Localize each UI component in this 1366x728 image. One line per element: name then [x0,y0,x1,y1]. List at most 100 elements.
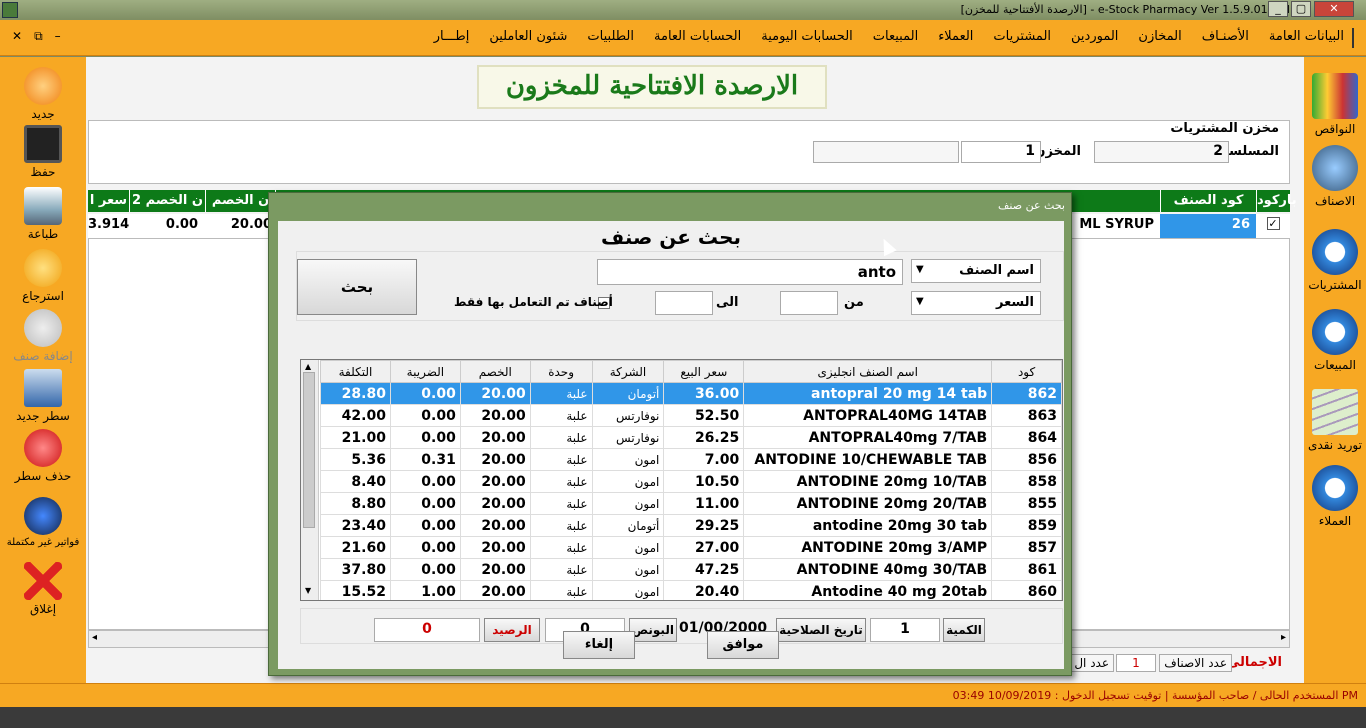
result-cell-unit[interactable]: علبة [529,514,593,537]
row-checkbox[interactable]: ✓ [1256,216,1290,236]
result-cell-discount[interactable]: 20.00 [459,404,531,427]
result-cell-price[interactable]: 10.50 [663,470,745,493]
result-cell-cost[interactable]: 42.00 [320,404,391,427]
result-cell-tax[interactable]: 0.00 [389,558,461,581]
menu-frame[interactable]: إطـــار [434,29,470,44]
result-cell-unit[interactable]: علبة [529,470,593,493]
col-english-name[interactable]: اسم الصنف انجليزى [743,360,993,383]
result-cell-price[interactable]: 47.25 [663,558,745,581]
result-cell-tax[interactable]: 0.00 [389,514,461,537]
result-row[interactable]: 863 ANTOPRAL40MG 14TAB 52.50 نوفارتس علبة 20.… [320,404,1062,427]
result-cell-cost[interactable]: 15.52 [320,580,391,600]
result-cell-discount[interactable]: 20.00 [459,426,531,449]
result-row[interactable]: 862 antopral 20 mg 14 tab 36.00 أتومان علبة 2… [320,382,1062,405]
result-cell-tax[interactable]: 0.31 [389,448,461,471]
result-cell-cost[interactable]: 37.80 [320,558,391,581]
result-cell-discount[interactable]: 20.00 [459,536,531,559]
sales-button[interactable]: المبيعات [1304,309,1366,372]
serial-field[interactable]: 2 [1094,141,1229,163]
close-button[interactable]: ✕ [1314,1,1354,17]
menu-daily-accounts[interactable]: الحسابات اليومية [761,29,853,44]
result-cell-tax[interactable]: 0.00 [389,404,461,427]
mdi-close-icon[interactable]: ✕ [12,29,22,44]
result-cell-cost[interactable]: 5.36 [320,448,391,471]
incomplete-invoices-button[interactable]: فواتير غير مكتملة [0,497,86,548]
search-input[interactable]: anto [597,259,903,285]
result-cell-unit[interactable]: علبة [529,404,593,427]
minimize-button[interactable]: _ [1268,1,1288,17]
col-tax[interactable]: الضريبة [389,360,461,383]
result-cell-tax[interactable]: 0.00 [389,536,461,559]
mdi-minimize-icon[interactable]: – [55,29,61,44]
result-cell-code[interactable]: 860 [991,580,1062,600]
row-name[interactable]: ML SYRUP [1060,217,1160,232]
scroll-down-icon[interactable]: ▼ [305,586,311,595]
menu-orders[interactable]: الطلبيات [587,29,634,44]
menu-purchases[interactable]: المشتريات [993,29,1051,44]
shortages-button[interactable]: النواقص [1304,73,1366,136]
price-field-select[interactable]: ▼ السعر [911,291,1041,315]
vertical-scrollbar[interactable]: ▲ ▼ [301,360,319,600]
result-cell-tax[interactable]: 0.00 [389,426,461,449]
new-button[interactable]: جديد [0,67,86,121]
row-price[interactable]: 3.914 [88,217,129,232]
result-cell-price[interactable]: 11.00 [663,492,745,515]
customers-button[interactable]: العملاء [1304,465,1366,528]
row-discount2[interactable]: 0.00 [130,217,202,232]
result-cell-company[interactable]: نوفارتس [591,426,665,449]
result-cell-company[interactable]: نوفارتس [591,404,665,427]
result-cell-code[interactable]: 857 [991,536,1062,559]
result-cell-code[interactable]: 863 [991,404,1062,427]
mdi-restore-icon[interactable]: ⧉ [34,29,43,44]
result-cell-discount[interactable]: 20.00 [459,382,531,405]
result-cell-price[interactable]: 29.25 [663,514,745,537]
result-cell-unit[interactable]: علبة [529,448,593,471]
delete-line-button[interactable]: حذف سطر [0,429,86,483]
result-cell-code[interactable]: 859 [991,514,1062,537]
col-cost[interactable]: التكلفة [320,360,391,383]
scroll-left-icon[interactable]: ◂ [92,632,97,643]
result-cell-company[interactable]: أتومان [591,382,665,405]
result-cell-name[interactable]: ANTODINE 20mg 10/TAB [743,470,993,493]
result-cell-cost[interactable]: 8.40 [320,470,391,493]
close-form-button[interactable]: إغلاق [0,562,86,616]
result-cell-cost[interactable]: 21.00 [320,426,391,449]
result-row[interactable]: 864 ANTOPRAL40mg 7/TAB 26.25 نوفارتس علبة 20.… [320,426,1062,449]
result-cell-name[interactable]: ANTODINE 10/CHEWABLE TAB [743,448,993,471]
menu-general-data[interactable]: البيانات العامة [1269,29,1344,44]
save-button[interactable]: حفظ [0,125,86,179]
result-cell-company[interactable]: امون [591,558,665,581]
qty-input[interactable]: 1 [870,618,940,642]
result-cell-code[interactable]: 864 [991,426,1062,449]
menu-stores[interactable]: المخازن [1138,29,1181,44]
result-cell-cost[interactable]: 28.80 [320,382,391,405]
result-cell-name[interactable]: ANTODINE 20mg 20/TAB [743,492,993,515]
result-row[interactable]: 860 Antodine 40 mg 20tab 20.40 امون علبة 20.0… [320,580,1062,600]
col-company[interactable]: الشركة [591,360,665,383]
store-name-field[interactable] [813,141,959,163]
add-item-button[interactable]: إضافة صنف [0,309,86,363]
result-cell-name[interactable]: ANTOPRAL40mg 7/TAB [743,426,993,449]
result-cell-code[interactable]: 856 [991,448,1062,471]
result-cell-code[interactable]: 861 [991,558,1062,581]
result-cell-unit[interactable]: علبة [529,492,593,515]
scroll-thumb[interactable] [303,372,315,528]
items-button[interactable]: الاصناف [1304,145,1366,208]
menu-items[interactable]: الأصنـاف [1202,29,1249,44]
result-cell-name[interactable]: ANTODINE 20mg 3/AMP [743,536,993,559]
result-cell-discount[interactable]: 20.00 [459,580,531,600]
result-cell-price[interactable]: 52.50 [663,404,745,427]
result-row[interactable]: 858 ANTODINE 20mg 10/TAB 10.50 امون علبة 20.0… [320,470,1062,493]
result-cell-company[interactable]: امون [591,492,665,515]
result-cell-tax[interactable]: 1.00 [389,580,461,600]
result-cell-cost[interactable]: 8.80 [320,492,391,515]
menu-sales[interactable]: المبيعات [873,29,918,44]
result-cell-discount[interactable]: 20.00 [459,448,531,471]
result-cell-company[interactable]: امون [591,470,665,493]
menu-employees[interactable]: شئون العاملين [489,29,567,44]
row-discount[interactable]: 20.00 [206,217,276,232]
result-cell-name[interactable]: ANTODINE 40mg 30/TAB [743,558,993,581]
scroll-right-icon[interactable]: ▸ [1281,632,1286,643]
menu-customers[interactable]: العملاء [938,29,973,44]
search-button[interactable]: بحث [297,259,417,315]
